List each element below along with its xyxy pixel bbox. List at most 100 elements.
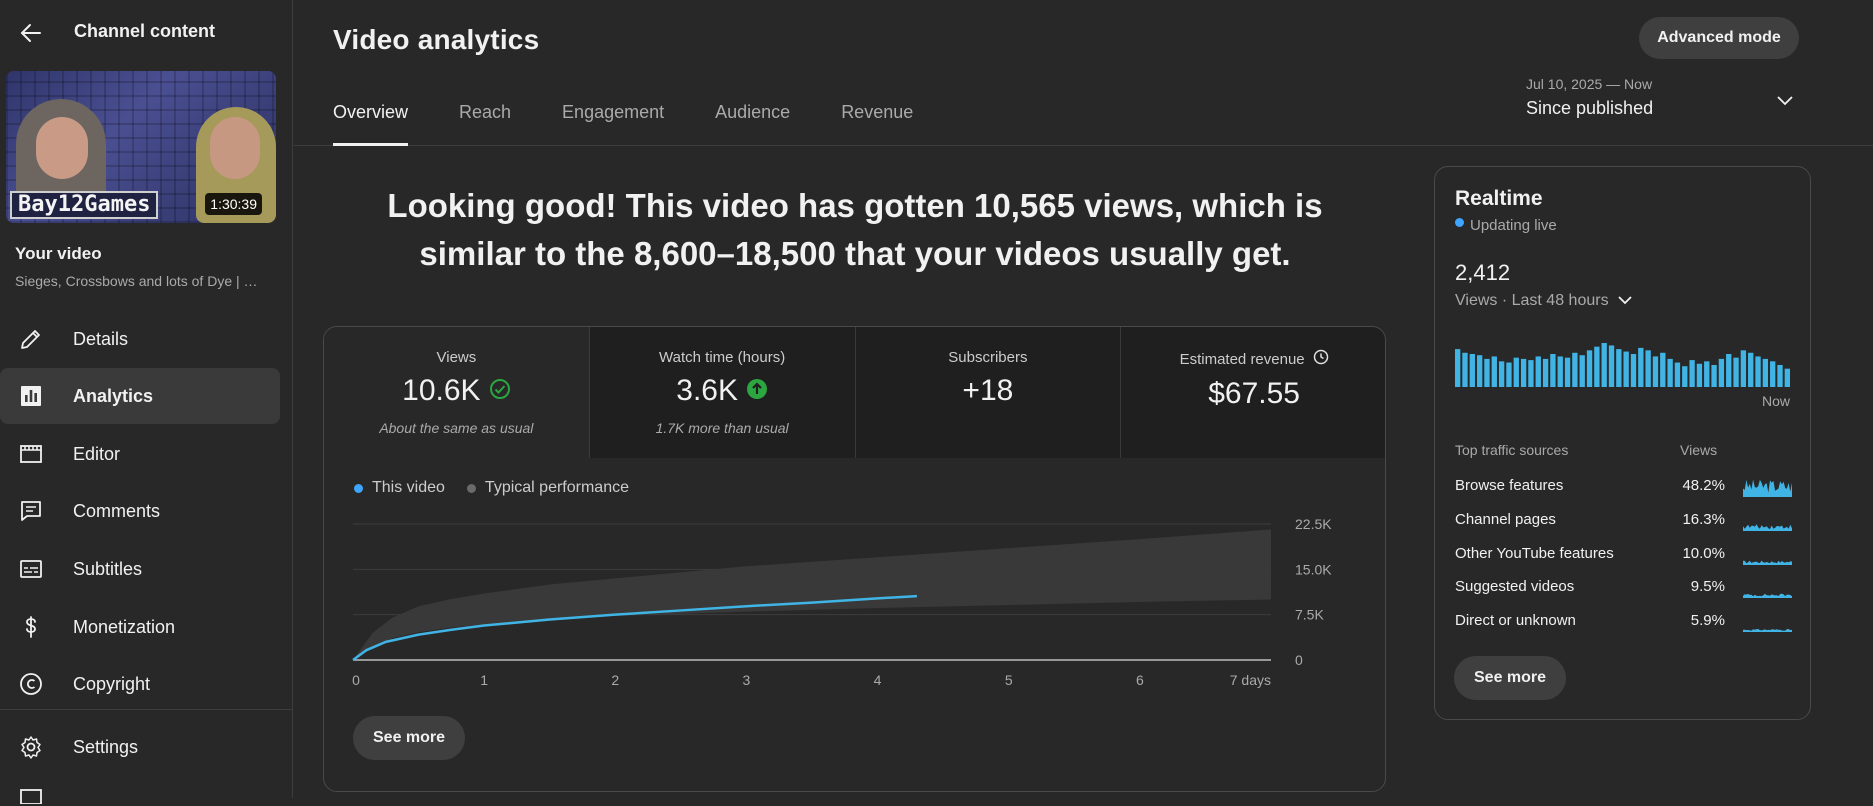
metric-value: +18: [962, 374, 1014, 407]
page-header: Video analytics Advanced mode Overview R…: [294, 0, 1873, 146]
realtime-now-label: Now: [1761, 393, 1790, 409]
sidebar-item-label: Editor: [73, 443, 121, 464]
advanced-mode-button[interactable]: Advanced mode: [1639, 17, 1799, 59]
overview-card: Views 10.6K About the same as usual Watc…: [323, 326, 1386, 792]
realtime-bar: [1455, 349, 1461, 387]
traffic-source-sparkline: [1743, 560, 1792, 565]
check-circle-icon: [489, 374, 511, 408]
sidebar-item-label: Analytics: [73, 385, 154, 406]
realtime-bar: [1770, 361, 1776, 387]
x-tick-label: 1: [480, 672, 488, 688]
comments-icon: [16, 496, 46, 526]
tab-engagement[interactable]: Engagement: [562, 102, 664, 146]
metric-label: Estimated revenue: [1179, 350, 1305, 368]
realtime-bar: [1689, 360, 1695, 387]
metric-revenue[interactable]: Estimated revenue $67.55: [1121, 327, 1385, 458]
traffic-source-row: Channel pages 16.3%: [1455, 511, 1792, 535]
legend-dot: [466, 483, 476, 493]
realtime-views-value: 2,412: [1455, 260, 1511, 285]
gear-icon: [16, 732, 46, 762]
sidebar-item-feedback[interactable]: [0, 776, 280, 806]
traffic-source-row: Suggested videos 9.5%: [1455, 578, 1792, 602]
sparkline-area: [1743, 524, 1792, 531]
sidebar-item-editor[interactable]: Editor: [0, 426, 280, 482]
traffic-source-pct: 5.9%: [1690, 612, 1725, 629]
realtime-period-selector[interactable]: Views · Last 48 hours: [1455, 292, 1633, 310]
realtime-bar: [1535, 356, 1541, 387]
realtime-bar: [1784, 368, 1790, 387]
realtime-bar: [1667, 358, 1673, 387]
traffic-sources-title: Top traffic sources: [1455, 442, 1569, 458]
metric-views[interactable]: Views 10.6K About the same as usual: [324, 327, 590, 458]
realtime-bar: [1616, 349, 1622, 387]
see-more-button[interactable]: See more: [353, 716, 466, 760]
sidebar-divider: [0, 709, 293, 710]
sidebar-item-label: Details: [73, 328, 129, 349]
traffic-source-pct: 9.5%: [1690, 578, 1725, 595]
traffic-source-row: Direct or unknown 5.9%: [1455, 612, 1792, 636]
realtime-bar: [1476, 355, 1483, 387]
metric-value-row: $67.55: [1121, 377, 1385, 411]
sidebar-item-copyright[interactable]: Copyright: [0, 656, 280, 712]
tab-revenue[interactable]: Revenue: [841, 102, 913, 146]
realtime-bar: [1469, 354, 1475, 387]
performance-headline: Looking good! This video has gotten 10,5…: [387, 187, 1323, 272]
chevron-down-icon: [1776, 94, 1794, 112]
sidebar-item-label: Subtitles: [73, 558, 143, 579]
chart-legend: This video Typical performance: [354, 479, 651, 497]
video-thumbnail[interactable]: Bay12Games 1:30:39: [6, 71, 276, 223]
metric-subscribers[interactable]: Subscribers +18: [855, 327, 1122, 458]
realtime-bar: [1513, 357, 1519, 387]
sparkline-area: [1743, 593, 1792, 598]
sidebar-item-subtitles[interactable]: Subtitles: [0, 541, 280, 597]
realtime-see-more-button[interactable]: See more: [1454, 656, 1567, 700]
sidebar-item-settings[interactable]: Settings: [0, 719, 280, 775]
realtime-bar: [1520, 358, 1527, 387]
sidebar-item-analytics[interactable]: Analytics: [0, 368, 280, 424]
sidebar-item-comments[interactable]: Comments: [0, 483, 280, 539]
feedback-icon: [16, 776, 46, 806]
sidebar-item-label: Settings: [73, 736, 139, 757]
sidebar-item-monetization[interactable]: Monetization: [0, 599, 280, 655]
tab-overview[interactable]: Overview: [333, 102, 409, 146]
thumbnail-brand: Bay12Games: [10, 191, 159, 219]
realtime-bar: [1564, 357, 1571, 387]
realtime-bar: [1491, 356, 1497, 387]
realtime-bar-chart: [1455, 343, 1790, 387]
sparkline-area: [1743, 629, 1792, 632]
realtime-bar: [1718, 358, 1725, 387]
traffic-source-sparkline: [1743, 479, 1792, 497]
traffic-source-sparkline: [1743, 524, 1792, 531]
y-tick-label: 15.0K: [1295, 561, 1332, 577]
realtime-bar: [1601, 343, 1607, 387]
metric-label: Subscribers: [948, 349, 1028, 366]
sidebar-item-details[interactable]: Details: [0, 311, 280, 367]
x-tick-label: 7 days: [1230, 672, 1271, 688]
date-range-selector[interactable]: Jul 10, 2025 — Now Since published: [1526, 76, 1806, 119]
dollar-icon: [16, 612, 46, 642]
date-range-dates: Jul 10, 2025 — Now: [1526, 76, 1653, 92]
realtime-bar: [1777, 365, 1783, 387]
back-arrow-icon[interactable]: [18, 20, 44, 46]
realtime-bar: [1660, 352, 1666, 387]
metric-note: 1.7K more than usual: [655, 420, 789, 436]
metric-note: About the same as usual: [379, 420, 534, 436]
realtime-bar: [1726, 354, 1732, 387]
sparkline-area: [1743, 479, 1792, 497]
legend-label: Typical performance: [484, 479, 629, 496]
realtime-live-status: Updating live: [1455, 217, 1557, 234]
sidebar-item-label: Monetization: [73, 616, 176, 637]
metric-watch-time[interactable]: Watch time (hours) 3.6K 1.7K more than u…: [589, 327, 856, 458]
y-tick-label: 22.5K: [1295, 516, 1332, 532]
metric-value-row: 3.6K: [590, 374, 855, 408]
video-title[interactable]: Sieges, Crossbows and lots of Dye | …: [15, 273, 275, 289]
your-video-label: Your video: [15, 244, 102, 263]
metric-tabs: Views 10.6K About the same as usual Watc…: [324, 327, 1385, 458]
realtime-bar: [1594, 346, 1600, 387]
y-tick-label: 7.5K: [1295, 607, 1324, 623]
subtitles-icon: [16, 554, 46, 584]
traffic-source-row: Other YouTube features 10.0%: [1455, 545, 1792, 569]
tab-audience[interactable]: Audience: [715, 102, 790, 146]
tab-reach[interactable]: Reach: [459, 102, 511, 146]
realtime-bar: [1586, 350, 1593, 387]
